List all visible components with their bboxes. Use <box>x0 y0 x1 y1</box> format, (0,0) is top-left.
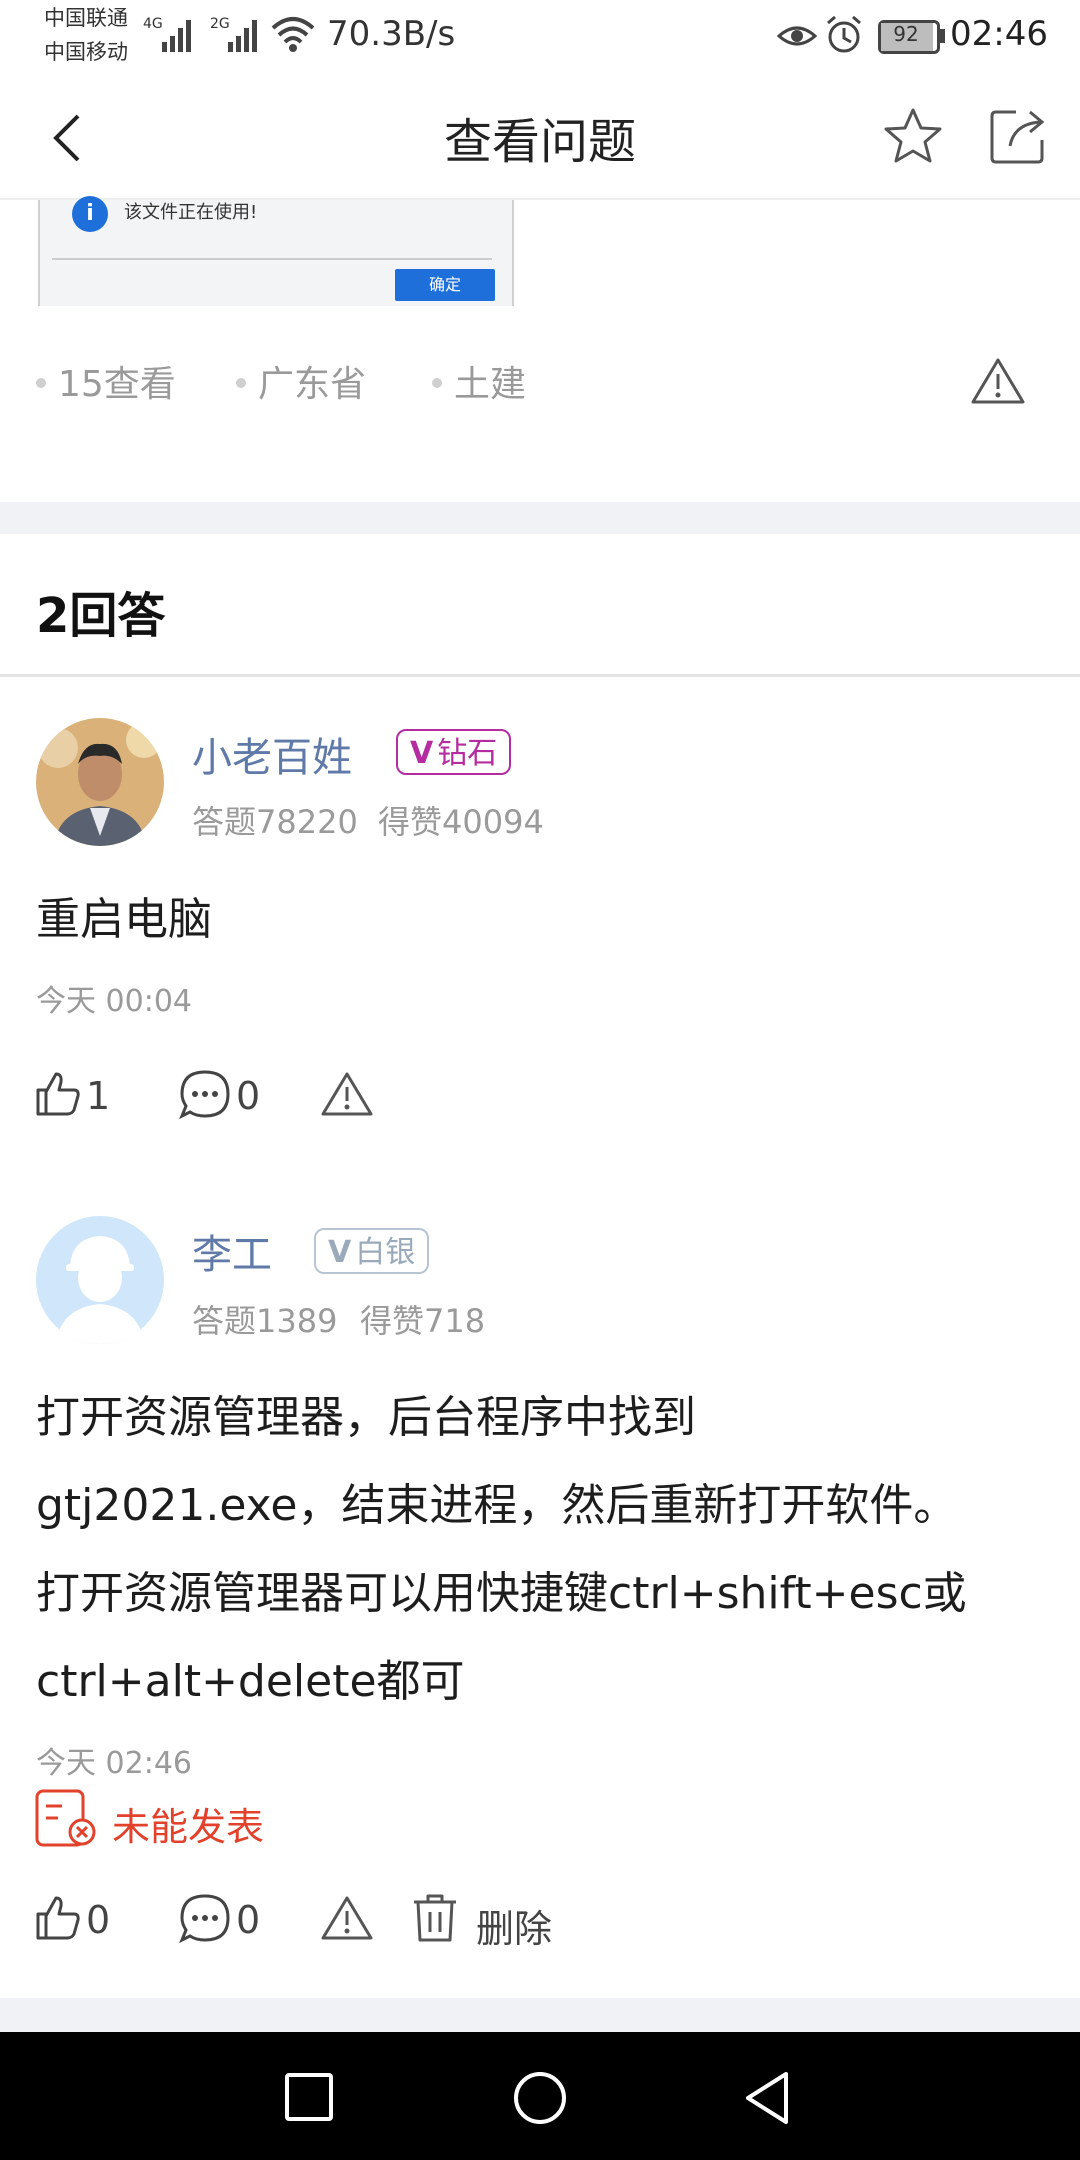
section-separator <box>0 502 1080 534</box>
avatar[interactable] <box>36 1216 164 1344</box>
status-bar: 中国联通 中国移动 4G 2G 70.3B/s 92 02:46 <box>0 0 1080 72</box>
answer-line: gtj2021.exe，结束进程，然后重新打开软件。 <box>36 1480 958 1531</box>
comment-count: 0 <box>236 1898 261 1942</box>
back-icon[interactable] <box>742 2070 792 2126</box>
like-count: 0 <box>86 1898 111 1942</box>
app-header: 查看问题 <box>0 72 1080 200</box>
carrier-1: 中国联通 <box>44 6 128 30</box>
author-name[interactable]: 李工 <box>192 1222 272 1280</box>
wifi-icon <box>271 17 315 52</box>
answer-line: 打开资源管理器可以用快捷键ctrl+shift+esc或 <box>36 1568 967 1619</box>
likes-received-stat: 得赞718 <box>360 1302 486 1340</box>
alarm-icon <box>827 15 861 53</box>
publish-failed-icon <box>35 1789 96 1847</box>
likes-received-stat: 得赞40094 <box>378 803 544 841</box>
like-count: 1 <box>86 1074 111 1118</box>
dialog-ok-button: 确定 <box>395 269 495 301</box>
warning-icon[interactable] <box>970 356 1026 406</box>
star-icon[interactable] <box>882 106 944 166</box>
system-nav-bar <box>0 2032 1080 2160</box>
signal-icon <box>228 20 257 52</box>
divider <box>0 674 1080 677</box>
publish-status: 未能发表 <box>112 1805 265 1849</box>
clock: 02:46 <box>950 14 1048 54</box>
signal-icon <box>162 20 191 52</box>
answer-content: 重启电脑 <box>36 894 212 945</box>
avatar[interactable] <box>36 718 164 846</box>
info-icon: i <box>72 196 108 232</box>
trash-icon <box>414 1894 456 1942</box>
share-icon[interactable] <box>988 106 1048 166</box>
delete-label: 删除 <box>476 1907 553 1951</box>
carrier-2: 中国移动 <box>44 40 128 64</box>
author-name[interactable]: 小老百姓 <box>192 725 352 783</box>
meta-region: 广东省 <box>236 360 366 410</box>
warning-icon[interactable] <box>320 1894 374 1942</box>
answer-time: 今天 00:04 <box>36 984 192 1019</box>
section-separator <box>0 1998 1080 2032</box>
answer-count-stat: 答题78220 <box>192 803 358 841</box>
answer-count-stat: 答题1389 <box>192 1302 338 1340</box>
badge-silver: V 白银 <box>314 1228 430 1274</box>
thumbs-up-icon[interactable] <box>34 1894 82 1942</box>
home-icon[interactable] <box>512 2070 568 2126</box>
thumbs-up-icon[interactable] <box>34 1070 82 1118</box>
answer-line: 打开资源管理器，后台程序中找到 <box>36 1392 696 1443</box>
badge-diamond: V 钻石 <box>396 729 512 775</box>
battery-icon: 92 <box>878 20 945 54</box>
comment-count: 0 <box>236 1074 261 1118</box>
answer-content: 打开资源管理器，后台程序中找到 gtj2021.exe，结束进程，然后重新打开软… <box>36 1374 1046 1726</box>
comment-icon[interactable] <box>178 1068 232 1122</box>
meta-views: 15查看 <box>36 360 176 410</box>
answer-time: 今天 02:46 <box>36 1746 192 1781</box>
dialog-divider <box>52 258 492 260</box>
battery-level: 92 <box>893 22 919 46</box>
warning-icon[interactable] <box>320 1070 374 1118</box>
meta-category: 土建 <box>432 360 526 410</box>
recent-apps-icon[interactable] <box>284 2072 334 2122</box>
network-speed: 70.3B/s <box>327 14 456 54</box>
answer-line: ctrl+alt+delete都可 <box>36 1656 465 1707</box>
dialog-message: 该文件正在使用! <box>124 202 258 223</box>
comment-icon[interactable] <box>178 1892 232 1946</box>
answers-count: 2回答 <box>36 588 166 644</box>
eye-comfort-icon <box>777 26 817 46</box>
